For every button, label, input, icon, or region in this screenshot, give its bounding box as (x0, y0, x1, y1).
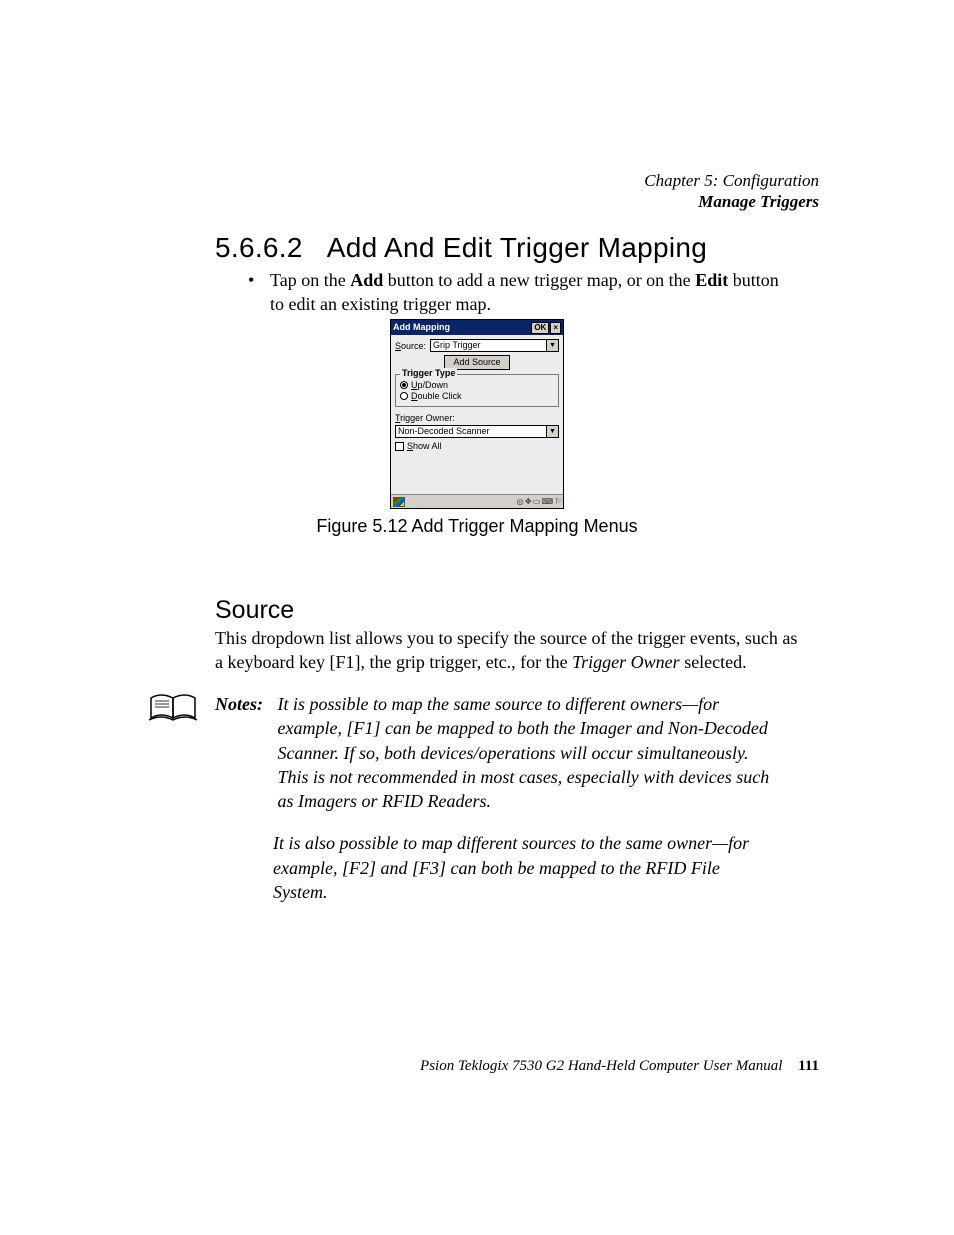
trigger-owner-value[interactable]: Non-Decoded Scanner (395, 425, 547, 438)
footer-text: Psion Teklogix 7530 G2 Hand-Held Compute… (420, 1058, 782, 1074)
trigger-type-group: Trigger Type Up/Down Double Click (395, 374, 559, 407)
page-number: 111 (798, 1058, 819, 1074)
heading-number: 5.6.6.2 (215, 232, 303, 264)
ok-button[interactable]: OK (531, 322, 549, 334)
start-icon[interactable] (393, 497, 405, 507)
section-heading: 5.6.6.2 Add And Edit Trigger Mapping (215, 232, 707, 264)
source-label: Source: (395, 341, 426, 351)
notes-p1: It is possible to map the same source to… (278, 692, 783, 813)
source-em: Trigger Owner (572, 652, 680, 672)
taskbar: ◎ ✥ ▭ ⌨ ⚐ (391, 494, 563, 508)
figure: Add Mapping OK × Source: Grip Trigger ▼ … (0, 319, 954, 537)
notes-label: Notes: (215, 692, 273, 716)
radio-icon[interactable] (400, 392, 408, 400)
trigger-owner-combo[interactable]: Non-Decoded Scanner ▼ (395, 425, 559, 438)
source-paragraph: This dropdown list allows you to specify… (215, 626, 805, 675)
heading-title: Add And Edit Trigger Mapping (327, 232, 707, 263)
chevron-down-icon[interactable]: ▼ (547, 339, 559, 352)
trigger-owner-label: Trigger Owner: (395, 413, 559, 423)
book-icon (147, 690, 205, 731)
figure-caption: Figure 5.12 Add Trigger Mapping Menus (0, 516, 954, 537)
radio-up-down[interactable]: Up/Down (400, 380, 554, 390)
radio-double-click[interactable]: Double Click (400, 391, 554, 401)
show-all-checkbox[interactable]: Show All (395, 441, 559, 451)
intro-paragraph: • Tap on the Add button to add a new tri… (270, 268, 790, 317)
section-line: Manage Triggers (644, 191, 819, 212)
chevron-down-icon[interactable]: ▼ (547, 425, 559, 438)
close-button[interactable]: × (550, 322, 561, 334)
running-head: Chapter 5: Configuration Manage Triggers (644, 170, 819, 213)
dialog-title: Add Mapping (393, 320, 530, 335)
page: Chapter 5: Configuration Manage Triggers… (0, 0, 954, 1235)
checkbox-icon[interactable] (395, 442, 404, 451)
intro-bold-edit: Edit (695, 270, 728, 290)
radio-icon[interactable] (400, 381, 408, 389)
chapter-line: Chapter 5: Configuration (644, 170, 819, 191)
intro-mid: button to add a new trigger map, or on t… (383, 270, 695, 290)
system-tray: ◎ ✥ ▭ ⌨ ⚐ (517, 497, 561, 506)
notes-p2: It is also possible to map different sou… (273, 831, 778, 904)
intro-pre: Tap on the (270, 270, 350, 290)
notes-block: Notes: It is possible to map the same so… (215, 692, 795, 904)
intro-bold-add: Add (350, 270, 383, 290)
source-post: selected. (680, 652, 747, 672)
footer: Psion Teklogix 7530 G2 Hand-Held Compute… (420, 1058, 819, 1075)
trigger-type-legend: Trigger Type (400, 368, 457, 378)
source-combo[interactable]: Grip Trigger ▼ (430, 339, 559, 352)
source-combo-value[interactable]: Grip Trigger (430, 339, 547, 352)
source-subheading: Source (215, 596, 294, 625)
add-mapping-dialog: Add Mapping OK × Source: Grip Trigger ▼ … (390, 319, 564, 509)
dialog-titlebar: Add Mapping OK × (391, 320, 563, 335)
